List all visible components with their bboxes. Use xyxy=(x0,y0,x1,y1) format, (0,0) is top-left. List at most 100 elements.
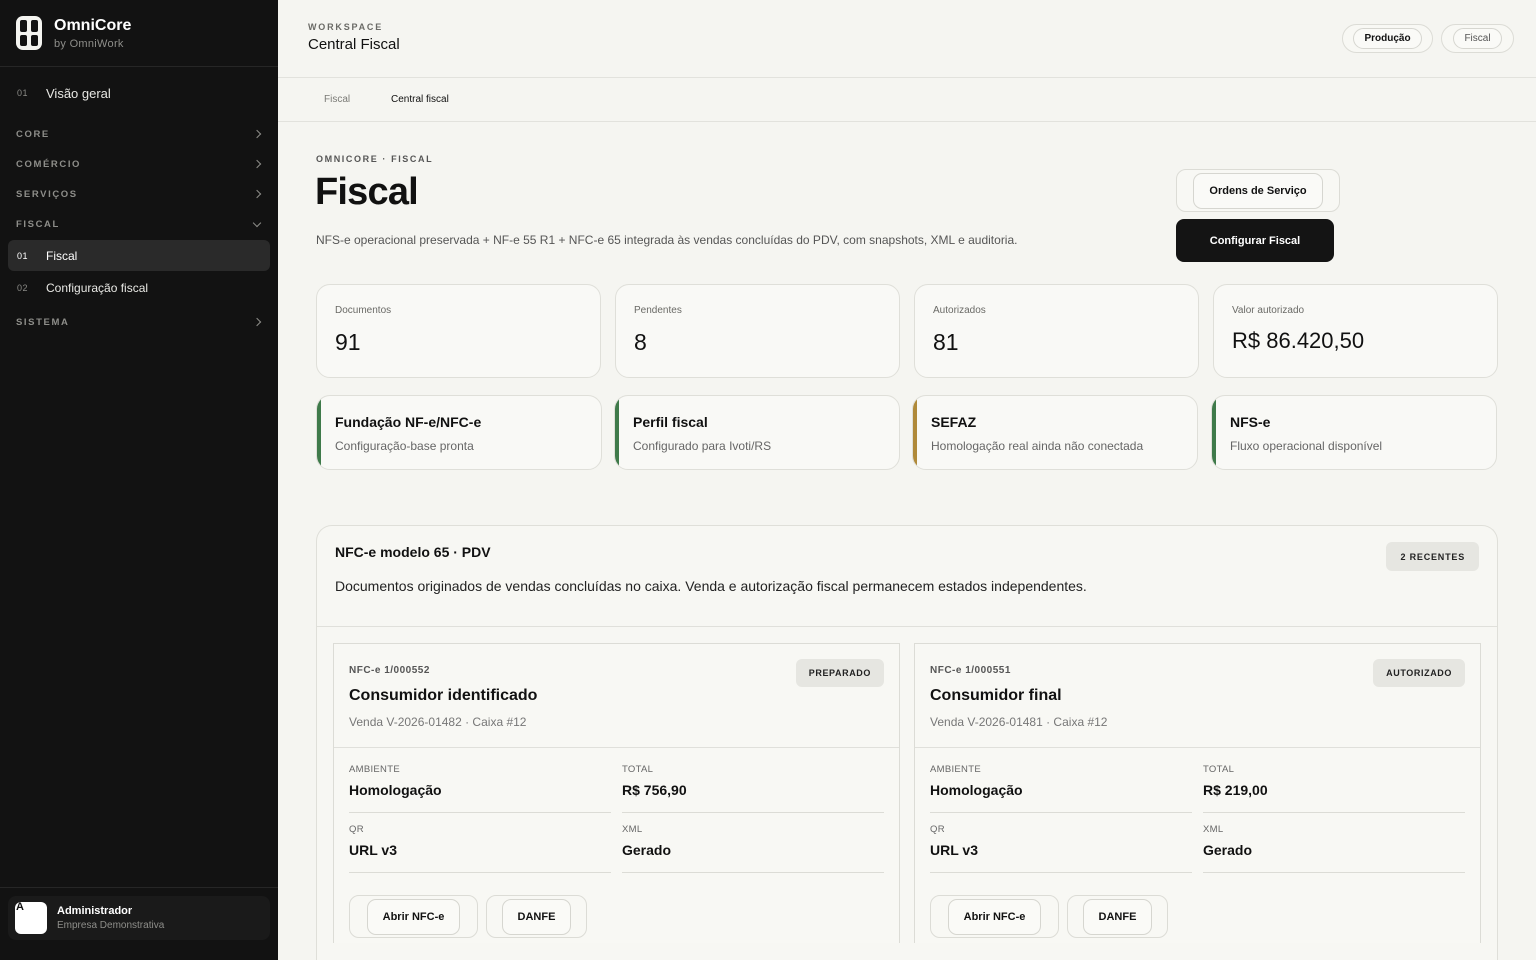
field-label: XML xyxy=(622,824,643,835)
card-header: NFC-e 1/000551 Consumidor final Venda V-… xyxy=(915,644,1480,748)
section-label: COMÉRCIO xyxy=(16,158,82,170)
field-value: Homologação xyxy=(930,782,1023,798)
stat-value: R$ 86.420,50 xyxy=(1232,328,1365,353)
stat-card-autorizados: Autorizados 81 xyxy=(914,284,1199,378)
sidebar-item-fiscal[interactable]: 01 Fiscal xyxy=(8,240,270,271)
document-title: Consumidor identificado xyxy=(349,687,538,704)
danfe-button[interactable]: DANFE xyxy=(1067,895,1168,938)
sidebar-section-servicos[interactable]: SERVIÇOS xyxy=(8,179,270,209)
nfce-document-card[interactable]: NFC-e 1/000551 Consumidor final Venda V-… xyxy=(914,643,1481,943)
avatar: A xyxy=(15,901,47,934)
status-title: Fundação NF-e/NFC-e xyxy=(335,414,482,430)
status-indicator xyxy=(913,396,917,469)
nfce-document-card[interactable]: NFC-e 1/000552 Consumidor identificado V… xyxy=(333,643,900,943)
field-ambiente: AMBIENTE Homologação xyxy=(349,764,611,813)
open-nfce-button[interactable]: Abrir NFC-e xyxy=(349,895,478,938)
nav-number: 02 xyxy=(17,282,29,293)
omnicore-logo-icon xyxy=(16,16,42,50)
chevron-right-icon xyxy=(252,129,262,139)
sidebar-section-comercio[interactable]: COMÉRCIO xyxy=(8,149,270,179)
field-label: XML xyxy=(1203,824,1224,835)
stat-value: 81 xyxy=(933,329,959,355)
main-content: OMNICORE · FISCAL Fiscal NFS-e operacion… xyxy=(278,122,1536,960)
status-card-fundacao: Fundação NF-e/NFC-e Configuração-base pr… xyxy=(316,395,602,470)
field-value: R$ 756,90 xyxy=(622,782,687,798)
document-subtitle: Venda V-2026-01481 · Caixa #12 xyxy=(930,715,1108,729)
open-nfce-button[interactable]: Abrir NFC-e xyxy=(930,895,1059,938)
danfe-button[interactable]: DANFE xyxy=(486,895,587,938)
stat-card-pendentes: Pendentes 8 xyxy=(615,284,900,378)
stat-label: Valor autorizado xyxy=(1232,305,1305,316)
status-indicator xyxy=(615,396,619,469)
recent-count-badge: 2 RECENTES xyxy=(1386,542,1479,571)
document-number: NFC-e 1/000551 xyxy=(930,665,1011,676)
field-value: URL v3 xyxy=(930,842,978,858)
top-header: WORKSPACE Central Fiscal Produção Fiscal xyxy=(278,0,1536,78)
workspace-title: Central Fiscal xyxy=(308,36,400,53)
document-number: NFC-e 1/000552 xyxy=(349,665,430,676)
nfce-panel-header: NFC-e modelo 65 · PDV 2 RECENTES Documen… xyxy=(317,526,1497,627)
sidebar-item-configuracao-fiscal[interactable]: 02 Configuração fiscal xyxy=(8,272,270,303)
field-label: QR xyxy=(349,824,364,835)
field-value: Gerado xyxy=(622,842,672,858)
page-eyebrow: OMNICORE · FISCAL xyxy=(316,154,434,164)
stat-value: 8 xyxy=(634,329,647,355)
stat-label: Pendentes xyxy=(634,305,682,316)
brand-title: OmniCore xyxy=(54,16,132,34)
page-title: Fiscal xyxy=(315,171,419,213)
section-label: CORE xyxy=(16,128,50,140)
stat-card-valor-autorizado: Valor autorizado R$ 86.420,50 xyxy=(1213,284,1498,378)
status-title: NFS-e xyxy=(1230,414,1271,430)
nav-number: 01 xyxy=(17,250,29,261)
stat-card-documentos: Documentos 91 xyxy=(316,284,601,378)
sidebar-section-sistema[interactable]: SISTEMA xyxy=(8,307,270,337)
nfce-panel: NFC-e modelo 65 · PDV 2 RECENTES Documen… xyxy=(316,525,1498,960)
status-card-nfse: NFS-e Fluxo operacional disponível xyxy=(1211,395,1497,470)
field-ambiente: AMBIENTE Homologação xyxy=(930,764,1192,813)
open-nfce-label: Abrir NFC-e xyxy=(366,898,461,935)
status-subtitle: Configuração-base pronta xyxy=(335,439,474,453)
danfe-label: DANFE xyxy=(501,898,572,935)
field-label: AMBIENTE xyxy=(349,764,400,775)
panel-description: Documentos originados de vendas concluíd… xyxy=(335,578,1087,594)
ordens-servico-button[interactable]: Ordens de Serviço xyxy=(1176,169,1340,212)
user-menu[interactable]: A Administrador Empresa Demonstrativa xyxy=(8,896,270,940)
brand-subtitle: by OmniWork xyxy=(54,37,124,50)
status-badge: AUTORIZADO xyxy=(1373,659,1465,687)
open-nfce-label: Abrir NFC-e xyxy=(947,898,1042,935)
status-card-perfil-fiscal: Perfil fiscal Configurado para Ivoti/RS xyxy=(614,395,900,470)
danfe-label: DANFE xyxy=(1082,898,1153,935)
sidebar-section-core[interactable]: CORE xyxy=(8,119,270,149)
status-subtitle: Homologação real ainda não conectada xyxy=(931,439,1144,453)
card-header: NFC-e 1/000552 Consumidor identificado V… xyxy=(334,644,899,748)
field-label: AMBIENTE xyxy=(930,764,981,775)
breadcrumb: Fiscal Central fiscal xyxy=(278,78,1536,122)
environment-pill[interactable]: Produção xyxy=(1342,24,1433,53)
stat-label: Autorizados xyxy=(933,305,986,316)
sidebar-item-overview[interactable]: 01 Visão geral xyxy=(8,67,270,119)
sidebar-item-label: Fiscal xyxy=(46,248,78,263)
module-pill[interactable]: Fiscal xyxy=(1441,24,1514,53)
chevron-right-icon xyxy=(252,317,262,327)
sidebar-item-label: Visão geral xyxy=(46,85,111,101)
field-value: Homologação xyxy=(349,782,442,798)
status-indicator xyxy=(317,396,321,469)
status-subtitle: Configurado para Ivoti/RS xyxy=(633,439,772,453)
document-title: Consumidor final xyxy=(930,687,1062,704)
field-qr: QR URL v3 xyxy=(930,824,1192,873)
configurar-fiscal-button[interactable]: Configurar Fiscal xyxy=(1176,219,1334,262)
chevron-down-icon xyxy=(252,218,262,227)
user-panel: A Administrador Empresa Demonstrativa xyxy=(0,887,278,960)
status-title: Perfil fiscal xyxy=(633,414,708,430)
breadcrumb-fiscal[interactable]: Fiscal xyxy=(324,94,350,105)
brand[interactable]: OmniCore by OmniWork xyxy=(0,0,278,67)
sidebar-section-fiscal[interactable]: FISCAL xyxy=(8,209,270,239)
field-total: TOTAL R$ 219,00 xyxy=(1203,764,1465,813)
field-label: TOTAL xyxy=(1203,764,1235,775)
chevron-right-icon xyxy=(252,159,262,169)
breadcrumb-central-fiscal[interactable]: Central fiscal xyxy=(391,94,449,105)
status-title: SEFAZ xyxy=(931,414,977,430)
field-qr: QR URL v3 xyxy=(349,824,611,873)
sidebar-nav: 01 Visão geral CORE COMÉRCIO SERVIÇOS FI… xyxy=(0,67,278,337)
sidebar: OmniCore by OmniWork 01 Visão geral CORE… xyxy=(0,0,278,960)
